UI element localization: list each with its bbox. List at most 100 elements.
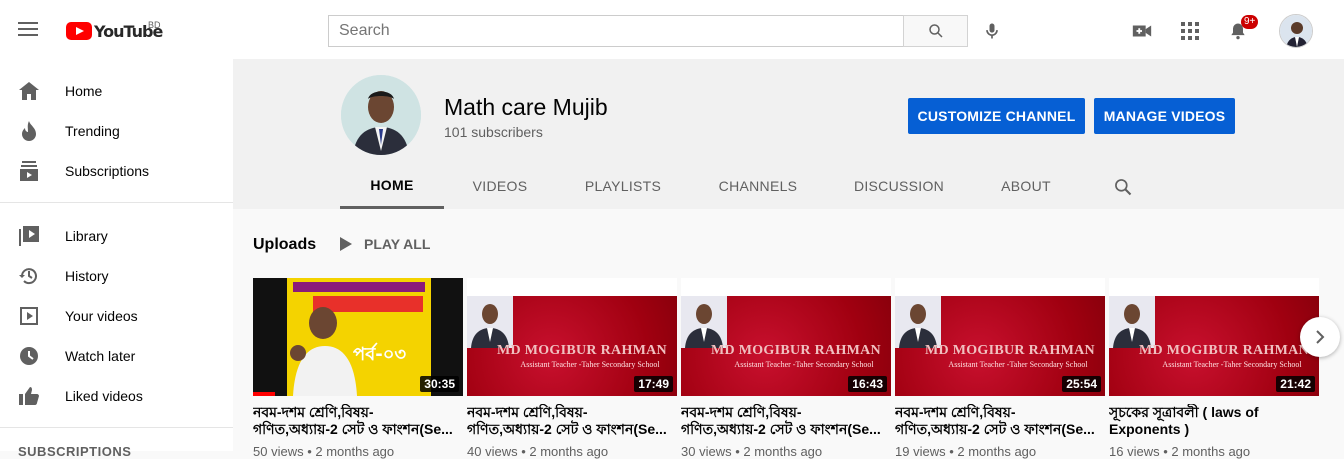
sidebar-item-label: Your videos: [65, 308, 138, 324]
library-icon: [18, 225, 40, 247]
tab-discussion[interactable]: DISCUSSION: [843, 163, 955, 209]
sidebar-item-trending[interactable]: Trending: [0, 111, 233, 151]
avatar-image: [1280, 15, 1312, 47]
teacher-photo: [467, 296, 513, 348]
sidebar-item-label: Watch later: [65, 348, 136, 364]
microphone-icon: [986, 23, 998, 39]
history-icon: [18, 265, 40, 287]
channel-avatar[interactable]: [341, 75, 421, 155]
teacher-photo: [681, 296, 727, 348]
video-duration: 25:54: [1062, 376, 1101, 392]
country-code: BD: [148, 20, 161, 30]
video-meta: 16 views • 2 months ago: [1109, 444, 1251, 459]
search-input[interactable]: [328, 15, 904, 47]
banner-subtitle: Assistant Teacher -Taher Secondary Schoo…: [734, 360, 874, 369]
tab-about[interactable]: ABOUT: [990, 163, 1062, 209]
sidebar-item-label: Home: [65, 83, 103, 99]
video-duration: 17:49: [634, 376, 673, 392]
sidebar-item-label: History: [65, 268, 109, 284]
watch-later-icon: [18, 345, 40, 367]
search-icon: [1115, 179, 1132, 196]
banner-name: MD MOGIBUR RAHMAN: [711, 343, 881, 358]
sidebar-item-label: Subscriptions: [65, 163, 150, 179]
banner-name: MD MOGIBUR RAHMAN: [497, 343, 667, 358]
channel-avatar-image: [341, 75, 421, 155]
shelf-next-button[interactable]: [1300, 317, 1340, 357]
sidebar: Home Trending Subscriptions Library Hist…: [0, 59, 233, 459]
watch-progress-bar: [253, 392, 275, 396]
top-bar: YouTube BD 9+: [0, 0, 1344, 59]
uploads-title: Uploads: [253, 236, 317, 253]
video-duration: 30:35: [420, 376, 459, 392]
video-title[interactable]: নবম-দশম শ্রেণি,বিষয়-গণিত,অধ্যায়-2 সেট …: [895, 404, 1095, 438]
play-icon: [340, 237, 352, 251]
video-card[interactable]: পর্ব-০৩ 30:35 নবম-দশম শ্রেণি,বিষয়-গণিত,…: [253, 278, 463, 459]
channel-name: Math care Mujib: [444, 94, 608, 120]
tab-channels[interactable]: CHANNELS: [706, 163, 810, 209]
video-thumbnail[interactable]: পর্ব-০৩ 30:35: [253, 278, 463, 396]
video-thumbnail[interactable]: MD MOGIBUR RAHMAN Assistant Teacher -Tah…: [467, 278, 677, 396]
banner-subtitle: Assistant Teacher -Taher Secondary Schoo…: [1162, 360, 1302, 369]
banner-subtitle: Assistant Teacher -Taher Secondary Schoo…: [948, 360, 1088, 369]
sidebar-item-home[interactable]: Home: [0, 71, 233, 111]
video-meta: 30 views • 2 months ago: [681, 444, 823, 459]
banner-subtitle: Assistant Teacher -Taher Secondary Schoo…: [520, 360, 660, 369]
video-duration: 16:43: [848, 376, 887, 392]
video-card[interactable]: MD MOGIBUR RAHMAN Assistant Teacher -Tah…: [1109, 278, 1319, 459]
tab-home[interactable]: HOME: [340, 163, 444, 209]
sidebar-divider: [0, 427, 233, 428]
sidebar-divider: [0, 202, 233, 203]
thumbnail-text: পর্ব-০৩: [353, 344, 407, 365]
sidebar-item-watch-later[interactable]: Watch later: [0, 336, 233, 376]
manage-videos-button[interactable]: MANAGE VIDEOS: [1094, 98, 1235, 134]
your-videos-icon: [18, 305, 40, 327]
thumbnail-top-strip: [467, 278, 677, 296]
video-meta: 19 views • 2 months ago: [895, 444, 1037, 459]
tab-playlists[interactable]: PLAYLISTS: [572, 163, 674, 209]
account-avatar[interactable]: [1279, 14, 1313, 48]
thumbnail-top-strip: [681, 278, 891, 296]
sidebar-item-history[interactable]: History: [0, 256, 233, 296]
video-thumbnail[interactable]: MD MOGIBUR RAHMAN Assistant Teacher -Tah…: [1109, 278, 1319, 396]
notifications-badge: 9+: [1241, 15, 1259, 29]
sidebar-item-subscriptions[interactable]: Subscriptions: [0, 151, 233, 191]
video-card[interactable]: MD MOGIBUR RAHMAN Assistant Teacher -Tah…: [681, 278, 891, 459]
video-duration: 21:42: [1276, 376, 1315, 392]
search-button[interactable]: [903, 15, 968, 47]
banner-name: MD MOGIBUR RAHMAN: [1139, 343, 1309, 358]
sidebar-item-library[interactable]: Library: [0, 216, 233, 256]
sidebar-item-label: Library: [65, 228, 108, 244]
home-icon: [18, 80, 40, 102]
video-thumbnail[interactable]: MD MOGIBUR RAHMAN Assistant Teacher -Tah…: [681, 278, 891, 396]
apps-button[interactable]: [1178, 19, 1202, 43]
video-title[interactable]: নবম-দশম শ্রেণি,বিষয়-গণিত,অধ্যায়-2 সেট …: [467, 404, 667, 438]
video-title[interactable]: সূচকের সূত্রাবলী ( laws of Exponents ): [1109, 404, 1309, 438]
subscriptions-section-title: SUBSCRIPTIONS: [18, 444, 132, 459]
menu-icon[interactable]: [18, 22, 38, 38]
video-title[interactable]: নবম-দশম শ্রেণি,বিষয়-গণিত,অধ্যায়-2 সেট …: [253, 404, 453, 438]
sidebar-item-your-videos[interactable]: Your videos: [0, 296, 233, 336]
sidebar-item-label: Liked videos: [65, 388, 143, 404]
video-title[interactable]: নবম-দশম শ্রেণি,বিষয়-গণিত,অধ্যায়-2 সেট …: [681, 404, 881, 438]
channel-search-button[interactable]: [1110, 174, 1136, 200]
play-all-label: PLAY ALL: [364, 236, 431, 252]
play-all-button[interactable]: PLAY ALL: [340, 236, 430, 252]
video-card[interactable]: MD MOGIBUR RAHMAN Assistant Teacher -Tah…: [895, 278, 1105, 459]
teacher-photo: [1109, 296, 1155, 348]
video-card[interactable]: MD MOGIBUR RAHMAN Assistant Teacher -Tah…: [467, 278, 677, 459]
thumbnail-top-strip: [895, 278, 1105, 296]
sidebar-item-label: Trending: [65, 123, 120, 139]
mic-button[interactable]: [980, 19, 1004, 43]
chevron-right-icon: [1316, 330, 1325, 344]
customize-channel-button[interactable]: CUSTOMIZE CHANNEL: [908, 98, 1085, 134]
video-camera-icon: [1132, 25, 1152, 37]
sidebar-item-liked-videos[interactable]: Liked videos: [0, 376, 233, 416]
thumbnail-top-strip: [1109, 278, 1319, 296]
trending-icon: [18, 120, 40, 142]
video-meta: 40 views • 2 months ago: [467, 444, 609, 459]
tab-videos[interactable]: VIDEOS: [460, 163, 540, 209]
video-thumbnail[interactable]: MD MOGIBUR RAHMAN Assistant Teacher -Tah…: [895, 278, 1105, 396]
create-video-button[interactable]: [1130, 19, 1154, 43]
search-icon: [928, 24, 943, 38]
teacher-photo: [895, 296, 941, 348]
